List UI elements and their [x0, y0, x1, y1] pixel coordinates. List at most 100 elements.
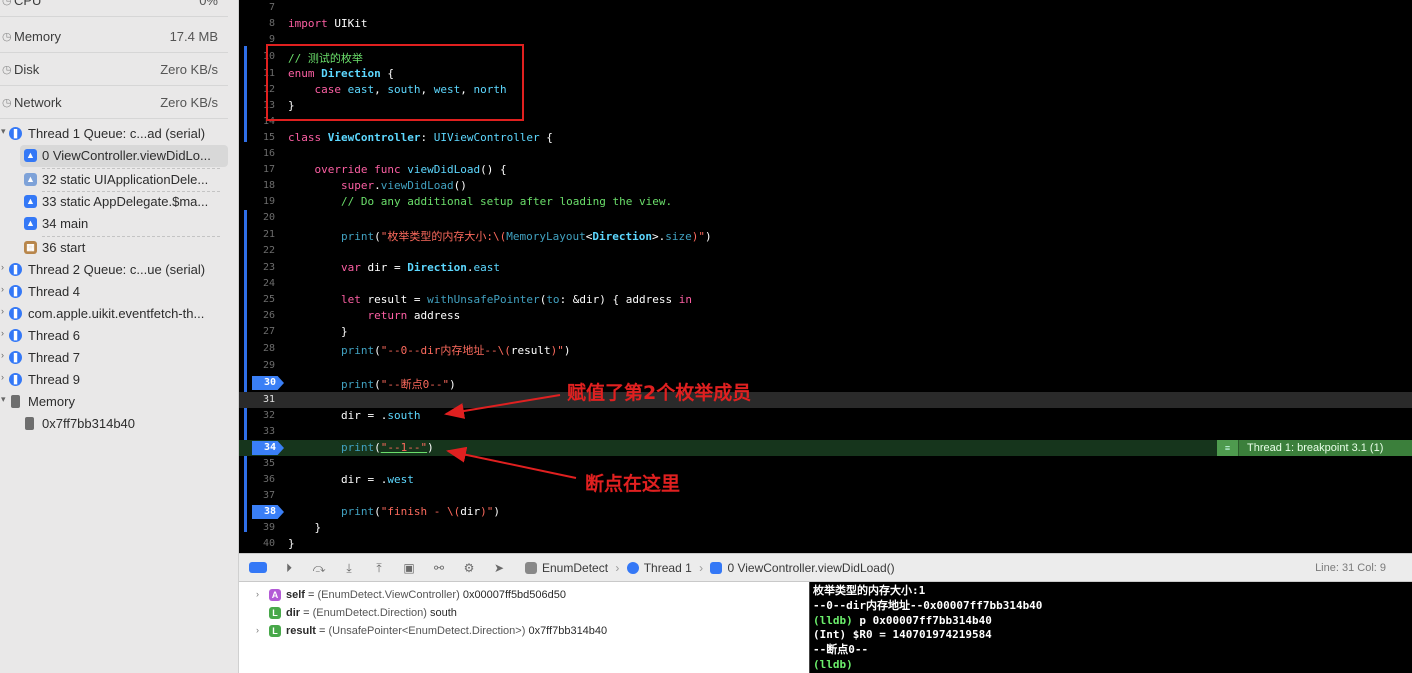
disclosure-chevron-icon[interactable]: › [1, 306, 4, 316]
gauge-cpu[interactable]: ◷ CPU 0% [0, 0, 228, 17]
step-out-icon[interactable]: ⤒ [371, 560, 387, 576]
stack-frame-row[interactable]: ▦ 36 start [0, 237, 228, 259]
console-line: (lldb) p 0x00007ff7bb314b40 [813, 613, 992, 627]
gauge-disk[interactable]: ◷ Disk Zero KB/s [0, 53, 228, 86]
source-editor[interactable]: 7 8 import UIKit 9 10// 测试的枚举 11 enum Dire… [239, 0, 1412, 553]
thread-icon: ❚ [9, 307, 22, 320]
memory-item-row[interactable]: 0x7ff7bb314b40 [0, 413, 228, 435]
view-hierarchy-icon[interactable]: ▣ [401, 560, 417, 576]
environment-overrides-icon[interactable]: ⚙ [461, 560, 477, 576]
disclosure-chevron-icon[interactable]: ▾ [1, 126, 6, 137]
current-line: 31 [239, 392, 1412, 408]
gauge-value: Zero KB/s [160, 62, 218, 77]
thread-icon: ❚ [9, 329, 22, 342]
user-frame-icon [710, 562, 723, 574]
stack-lines-icon: ≡ [1217, 440, 1239, 456]
xcode-debug-window: ◷ CPU 0% ◷ Memory 17.4 MB ◷ Disk Zero KB… [0, 0, 1412, 673]
memory-gauge-icon: ◷ [2, 31, 12, 43]
stack-frame-row[interactable]: ▲ 33 static AppDelegate.$ma... [0, 191, 228, 213]
network-gauge-icon: ◷ [2, 97, 12, 109]
console-line: --0--dir内存地址--0x00007ff7bb314b40 [813, 598, 1043, 612]
step-into-icon[interactable]: ⤓ [341, 560, 357, 576]
disclosure-chevron-icon[interactable]: › [256, 625, 259, 635]
code-line: 20 [262, 212, 275, 223]
disclosure-chevron-icon[interactable]: › [1, 372, 4, 382]
breadcrumb-thread[interactable]: Thread 1 [626, 561, 692, 575]
console-line: (Int) $R0 = 140701974219584 [813, 628, 992, 642]
disk-gauge-icon: ◷ [2, 64, 12, 76]
debug-bar: ⏵ ⤼ ⤓ ⤒ ▣ ⚯ ⚙ ➤ EnumDetect › Thread 1 › … [239, 553, 1412, 582]
disclosure-chevron-icon[interactable]: › [256, 589, 259, 599]
gauge-value: 17.4 MB [169, 29, 218, 44]
variables-view[interactable]: › A self = (EnumDetect.ViewController) 0… [239, 582, 809, 673]
continue-icon[interactable]: ⏵ [281, 560, 297, 576]
breadcrumb-frame[interactable]: 0 ViewController.viewDidLoad() [710, 561, 895, 575]
code-line: 33 [262, 426, 275, 437]
gauge-network[interactable]: ◷ Network Zero KB/s [0, 86, 228, 119]
code-line: 30 print("--断点0--") [239, 375, 1412, 391]
code-line: 10// 测试的枚举 [262, 51, 363, 65]
stack-frame-row[interactable]: ▲ 32 static UIApplicationDele... [0, 169, 228, 191]
disclosure-chevron-icon[interactable]: › [1, 350, 4, 360]
breakpoint-status-badge[interactable]: ≡ Thread 1: breakpoint 3.1 (1) [1217, 440, 1412, 456]
system-frame-icon: ▦ [24, 241, 37, 254]
simulate-location-icon[interactable]: ➤ [491, 560, 507, 576]
step-over-icon[interactable]: ⤼ [311, 560, 327, 576]
console-line: --断点0-- [813, 643, 869, 657]
code-line: 21 print("枚举类型的内存大小:\(MemoryLayout<Direc… [262, 229, 712, 243]
disclosure-chevron-icon[interactable]: › [1, 328, 4, 338]
breadcrumb-target[interactable]: EnumDetect [525, 561, 608, 575]
thread-row[interactable]: › ❚ Thread 7 [0, 347, 228, 369]
breakpoint-marker[interactable]: 34 [252, 441, 284, 455]
app-target-icon [525, 562, 537, 574]
thread-icon: ❚ [9, 373, 22, 386]
code-line: 36 dir = .west [262, 473, 414, 486]
code-line: 9 [268, 34, 275, 45]
code-line: 19 // Do any additional setup after load… [262, 195, 673, 208]
code-line: 7 [268, 2, 275, 13]
gauge-value: 0% [199, 0, 218, 8]
console-prompt[interactable]: (lldb) [813, 658, 1409, 673]
gauge-label: Memory [14, 29, 61, 44]
code-line: 23 var dir = Direction.east [262, 261, 500, 274]
local-badge: L [269, 607, 281, 619]
thread-icon: ❚ [9, 285, 22, 298]
thread-row[interactable]: › ❚ com.apple.uikit.eventfetch-th... [0, 303, 228, 325]
toggle-debug-area-icon[interactable] [249, 562, 267, 573]
thread-row[interactable]: › ❚ Thread 2 Queue: c...ue (serial) [0, 259, 228, 281]
code-line: 16 [262, 148, 275, 159]
disclosure-chevron-icon[interactable]: ▾ [1, 394, 6, 405]
disclosure-chevron-icon[interactable]: › [1, 262, 4, 272]
code-line: 35 [262, 458, 275, 469]
code-line: 32 dir = .south [262, 409, 421, 422]
line-column-indicator: Line: 31 Col: 9 [1315, 562, 1386, 574]
user-frame-icon: ▲ [24, 173, 37, 186]
memory-chip-icon [25, 417, 34, 430]
disclosure-chevron-icon[interactable]: › [1, 284, 4, 294]
thread-row[interactable]: › ❚ Thread 9 [0, 369, 228, 391]
thread-row[interactable]: ▾ ❚ Thread 1 Queue: c...ad (serial) [0, 123, 228, 145]
code-line: 8 import UIKit [268, 17, 368, 30]
gauge-label: Disk [14, 62, 40, 77]
code-line: 38 print("finish - \(dir)") [239, 504, 1412, 520]
thread-row[interactable]: › ❚ Thread 4 [0, 281, 228, 303]
local-badge: L [269, 625, 281, 637]
thread-row[interactable]: › ❚ Thread 6 [0, 325, 228, 347]
gauge-value: Zero KB/s [160, 95, 218, 110]
code-line: 18 super.viewDidLoad() [262, 179, 467, 192]
user-frame-icon: ▲ [24, 217, 37, 230]
code-line: 22 [262, 245, 275, 256]
annotation-south-note: 赋值了第2个枚举成员 [567, 382, 752, 404]
gauge-memory[interactable]: ◷ Memory 17.4 MB [0, 20, 228, 53]
code-line: 40} [262, 537, 295, 550]
memory-graph-icon[interactable]: ⚯ [431, 560, 447, 576]
breakpoint-marker[interactable]: 38 [252, 505, 284, 519]
breakpoint-marker[interactable]: 30 [252, 376, 284, 390]
code-line: 25 let result = withUnsafePointer(to: &d… [262, 293, 693, 306]
stack-frame-row[interactable]: ▲ 0 ViewController.viewDidLo... [20, 145, 228, 167]
cpu-gauge-icon: ◷ [2, 0, 12, 7]
memory-group-row[interactable]: ▾ Memory [0, 391, 228, 413]
thread-icon: ❚ [9, 263, 22, 276]
debug-console[interactable]: 枚举类型的内存大小:1 --0--dir内存地址--0x00007ff7bb314… [809, 582, 1412, 673]
stack-frame-row[interactable]: ▲ 34 main [0, 213, 228, 235]
